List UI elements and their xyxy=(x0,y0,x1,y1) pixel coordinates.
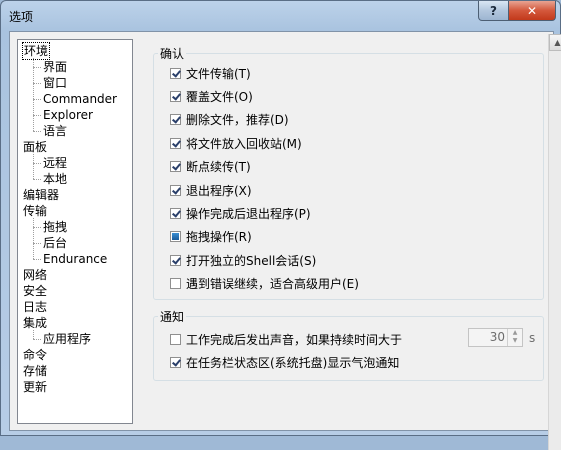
confirm-group-title: 确认 xyxy=(158,45,187,62)
tree-connector xyxy=(33,115,41,116)
tree-connector xyxy=(33,259,41,260)
confirm-group: 确认 文件传输(T) 覆盖文件(O) 删除文件，推荐(D) 将文件放入回收站(M) 断点… xyxy=(153,45,544,300)
tree-item[interactable]: 编辑器 xyxy=(23,187,59,203)
question-icon: ? xyxy=(490,3,497,18)
tree-item[interactable]: 远程 xyxy=(43,155,67,171)
tree-connector xyxy=(33,83,41,84)
tree-connector xyxy=(33,131,41,132)
notify-group: 通知 工作完成后发出声音，如果持续时间大于 在任务栏状态区(系统托盘)显示气泡通知 xyxy=(153,308,544,381)
tree-item[interactable]: 拖拽 xyxy=(43,219,67,235)
title-bar[interactable]: 选项 ? ✕ xyxy=(1,1,560,31)
option-row[interactable]: 文件传输(T) xyxy=(170,64,251,82)
option-label: 断点续传(T) xyxy=(186,160,251,175)
option-label: 在任务栏状态区(系统托盘)显示气泡通知 xyxy=(186,355,400,370)
tree-item[interactable]: 窗口 xyxy=(43,75,67,91)
option-row[interactable]: 将文件放入回收站(M) xyxy=(170,134,302,152)
tree-connector xyxy=(33,330,34,339)
tree-connector xyxy=(33,243,41,244)
tree-item[interactable]: 语言 xyxy=(43,123,67,139)
options-tree[interactable]: 环境 界面 窗口 Commander Explorer 语言 面板 远程 本地 编辑器 传输 拖拽 后台… xyxy=(17,39,133,424)
options-window: 选项 ? ✕ 环境 界面 窗口 Commander Explorer 语言 面板 远程 本地 编辑… xyxy=(0,0,561,450)
tree-item[interactable]: Commander xyxy=(43,91,117,107)
option-checkbox[interactable] xyxy=(170,184,181,196)
tree-item[interactable]: 传输 xyxy=(23,203,47,219)
option-label: 覆盖文件(O) xyxy=(186,89,253,104)
tree-connector xyxy=(33,339,41,340)
option-row[interactable]: 操作完成后退出程序(P) xyxy=(170,204,311,222)
tree-item[interactable]: 集成 xyxy=(23,315,47,331)
tree-item[interactable]: Explorer xyxy=(43,107,93,123)
duration-spinner[interactable]: 30 ▲ ▼ xyxy=(468,328,523,347)
option-checkbox[interactable] xyxy=(170,254,181,266)
tree-item[interactable]: 网络 xyxy=(23,267,47,283)
option-checkbox[interactable] xyxy=(170,278,181,290)
option-row[interactable]: 覆盖文件(O) xyxy=(170,87,253,105)
close-button[interactable]: ✕ xyxy=(508,1,556,21)
dialog-client-area: 环境 界面 窗口 Commander Explorer 语言 面板 远程 本地 编辑器 传输 拖拽 后台… xyxy=(9,31,561,450)
vertical-scrollbar[interactable]: ▲ xyxy=(548,34,561,450)
option-row[interactable]: 退出程序(X) xyxy=(170,181,252,199)
tree-item[interactable]: 界面 xyxy=(43,59,67,75)
option-label: 工作完成后发出声音，如果持续时间大于 xyxy=(186,332,403,347)
scroll-up-button[interactable]: ▲ xyxy=(549,34,561,51)
tree-connector xyxy=(33,154,34,179)
tree-connector xyxy=(33,179,41,180)
option-row[interactable]: 断点续传(T) xyxy=(170,158,251,176)
tree-connector xyxy=(33,163,41,164)
notify-group-title: 通知 xyxy=(158,308,187,325)
tree-connector xyxy=(33,227,41,228)
option-label: 遇到错误继续，适合高级用户(E) xyxy=(186,277,359,292)
option-label: 打开独立的Shell会话(S) xyxy=(186,253,317,268)
duration-value: 30 xyxy=(489,330,505,344)
option-label: 退出程序(X) xyxy=(186,183,252,198)
option-checkbox[interactable] xyxy=(170,90,181,102)
option-row[interactable]: 在任务栏状态区(系统托盘)显示气泡通知 xyxy=(170,353,399,371)
tree-item[interactable]: 应用程序 xyxy=(43,331,91,347)
option-row[interactable]: 打开独立的Shell会话(S) xyxy=(170,251,316,269)
triangle-up-icon: ▲ xyxy=(554,38,561,47)
option-row[interactable]: 删除文件，推荐(D) xyxy=(170,111,289,129)
tree-item[interactable]: 存储 xyxy=(23,363,47,379)
tree-item[interactable]: 后台 xyxy=(43,235,67,251)
tree-connector xyxy=(33,218,34,259)
tree-item[interactable]: 更新 xyxy=(23,379,47,395)
option-label: 删除文件，推荐(D) xyxy=(186,113,289,128)
help-button[interactable]: ? xyxy=(478,1,509,21)
option-checkbox[interactable] xyxy=(170,333,181,345)
option-label: 拖拽操作(R) xyxy=(186,230,252,245)
duration-unit: s xyxy=(529,331,536,345)
option-checkbox[interactable] xyxy=(170,161,181,173)
option-label: 文件传输(T) xyxy=(186,66,251,81)
option-checkbox[interactable] xyxy=(170,67,181,79)
option-label: 将文件放入回收站(M) xyxy=(186,136,302,151)
option-checkbox[interactable] xyxy=(170,231,181,243)
close-icon: ✕ xyxy=(526,3,538,18)
spinner-buttons[interactable]: ▲ ▼ xyxy=(507,329,522,346)
option-checkbox[interactable] xyxy=(170,207,181,219)
tree-item[interactable]: 日志 xyxy=(23,299,47,315)
option-row[interactable]: 遇到错误继续，适合高级用户(E) xyxy=(170,275,359,293)
option-checkbox[interactable] xyxy=(170,114,181,126)
tree-item[interactable]: Endurance xyxy=(43,251,107,267)
tree-item[interactable]: 命令 xyxy=(23,347,47,363)
tree-item[interactable]: 本地 xyxy=(43,171,67,187)
option-checkbox[interactable] xyxy=(170,137,181,149)
option-checkbox[interactable] xyxy=(170,356,181,368)
tree-item[interactable]: 环境 xyxy=(21,42,51,60)
option-row[interactable]: 工作完成后发出声音，如果持续时间大于 xyxy=(170,330,402,348)
window-title: 选项 xyxy=(9,10,34,24)
tree-connector xyxy=(33,58,34,131)
tree-connector xyxy=(33,99,41,100)
tree-item[interactable]: 面板 xyxy=(23,139,47,155)
spin-down-icon[interactable]: ▼ xyxy=(508,337,522,345)
option-label: 操作完成后退出程序(P) xyxy=(186,206,311,221)
tree-item[interactable]: 安全 xyxy=(23,283,47,299)
spin-up-icon[interactable]: ▲ xyxy=(508,329,522,337)
tree-connector xyxy=(33,67,41,68)
option-row[interactable]: 拖拽操作(R) xyxy=(170,228,252,246)
